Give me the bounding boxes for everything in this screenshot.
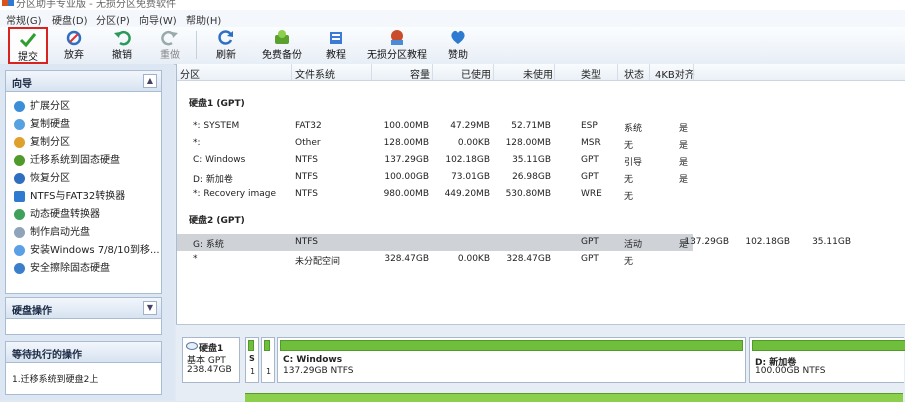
redo-icon <box>161 30 178 46</box>
discard-button[interactable]: 放弃 <box>56 27 92 64</box>
redo-button[interactable]: 重做 <box>152 27 188 64</box>
col-status[interactable]: 状态 <box>624 66 644 81</box>
col-filesystem[interactable]: 文件系统 <box>295 66 335 81</box>
extend-partition-icon <box>14 100 25 112</box>
app-icon <box>2 0 14 6</box>
wizard-item-install-windows[interactable]: 安装Windows 7/8/10到移... <box>14 241 160 259</box>
menu-disk[interactable]: 硬盘(D) <box>52 12 88 27</box>
wizard-item-secure-erase[interactable]: 安全擦除固态硬盘 <box>14 259 110 277</box>
table-row-selected[interactable]: G: 系统 NTFS 137.29GB 102.18GB 35.11GB GPT 活动… <box>177 234 851 251</box>
wizard-item-extend[interactable]: 扩展分区 <box>14 97 70 115</box>
col-4k-aligned[interactable]: 4KB对齐 <box>655 66 695 81</box>
table-row[interactable]: C: Windows NTFS 137.29GB 102.18GB 35.11GB G… <box>177 152 905 169</box>
undo-button[interactable]: 撤销 <box>104 27 140 64</box>
col-used[interactable]: 已使用 <box>461 66 491 81</box>
table-header: 分区 文件系统 容量 已使用 未使用 类型 状态 4KB对齐 <box>177 64 905 81</box>
undo-icon <box>114 30 131 46</box>
wizard-item-recover[interactable]: 恢复分区 <box>14 169 70 187</box>
table-row[interactable]: D: 新加卷 NTFS 100.00GB 73.01GB 26.98GB GPT 无是 <box>177 169 905 186</box>
recover-partition-icon <box>14 172 25 184</box>
heart-icon <box>451 30 465 44</box>
partition-usage-bar <box>248 340 254 351</box>
discard-icon <box>66 30 82 46</box>
windows-usb-icon <box>14 244 25 256</box>
migrate-os-icon <box>14 154 25 166</box>
partition-usage-bar <box>264 340 270 351</box>
left-pane: 向导 ▲ 扩展分区 复制硬盘 复制分区 迁移系统到固态硬盘 恢复分区 NTFS与… <box>0 64 174 400</box>
pending-ops-header[interactable]: 等待执行的操作 <box>6 342 161 363</box>
partition-block-c[interactable]: C: Windows 137.29GB NTFS <box>277 337 746 383</box>
convert-fs-icon <box>14 190 25 202</box>
col-unused[interactable]: 未使用 <box>523 66 553 81</box>
wizard-item-copy-partition[interactable]: 复制分区 <box>14 133 70 151</box>
copy-disk-icon <box>14 118 25 130</box>
hard-disk-icon <box>186 342 198 350</box>
toolbar: 提交 放弃 撤销 重做 刷新 免费备份 教程 无损分区教程 赞助 <box>0 27 905 65</box>
table-row[interactable]: *: Other 128.00MB 0.00KB 128.00MB MSR 无是 <box>177 135 905 152</box>
col-partition[interactable]: 分区 <box>180 66 200 81</box>
dynamic-disk-icon <box>14 208 25 220</box>
menu-wizard[interactable]: 向导(W) <box>139 12 177 27</box>
partition-info: 100.00GB NTFS <box>755 366 826 376</box>
wizard-panel-header[interactable]: 向导 ▲ <box>6 71 161 92</box>
disk-ops-title: 硬盘操作 <box>12 306 52 317</box>
disk-ops-panel: 硬盘操作 ▼ <box>5 297 162 335</box>
menu-partition[interactable]: 分区(P) <box>96 12 130 27</box>
table-row[interactable]: *: Recovery image NTFS 980.00MB 449.20MB 5… <box>177 186 905 203</box>
collapse-icon[interactable]: ▲ <box>143 74 157 88</box>
tutorial-icon <box>330 32 342 44</box>
secure-erase-icon <box>14 262 25 274</box>
refresh-button[interactable]: 刷新 <box>206 27 246 64</box>
expand-icon[interactable]: ▼ <box>143 301 157 315</box>
disk-card[interactable]: 硬盘1 基本 GPT 238.47GB <box>182 337 240 383</box>
partition-block-small[interactable]: S 1 <box>245 337 259 383</box>
menu-help[interactable]: 帮助(H) <box>186 12 221 27</box>
col-capacity[interactable]: 容量 <box>410 66 430 81</box>
partition-name: C: Windows <box>283 355 343 365</box>
wizard-item-copy-disk[interactable]: 复制硬盘 <box>14 115 70 133</box>
disk-group-header: 硬盘1 (GPT) <box>189 99 245 109</box>
wizard-item-dynamic-disk[interactable]: 动态硬盘转换器 <box>14 205 100 223</box>
refresh-icon <box>218 30 233 45</box>
free-backup-button[interactable]: 免费备份 <box>258 27 306 64</box>
menu-general[interactable]: 常规(G) <box>6 12 42 27</box>
disk-size: 238.47GB <box>187 365 232 375</box>
wizard-panel-title: 向导 <box>12 79 32 90</box>
partition-block-small[interactable]: 1 <box>261 337 275 383</box>
wizard-item-boot-cd[interactable]: 制作启动光盘 <box>14 223 90 241</box>
commit-button[interactable]: 提交 <box>8 27 48 64</box>
toolbar-separator <box>196 31 197 59</box>
sponsor-button[interactable]: 赞助 <box>440 27 476 64</box>
partition-info: 137.29GB NTFS <box>283 366 354 376</box>
col-type[interactable]: 类型 <box>581 66 601 81</box>
copy-partition-icon <box>14 136 25 148</box>
partition-usage-bar <box>280 340 743 351</box>
table-row[interactable]: *: SYSTEM FAT32 100.00MB 47.29MB 52.71MB ES… <box>177 118 905 135</box>
disk-ops-header[interactable]: 硬盘操作 ▼ <box>6 298 161 319</box>
wizard-item-migrate-os[interactable]: 迁移系统到固态硬盘 <box>14 151 120 169</box>
backup-icon <box>275 30 289 44</box>
tutorial-button[interactable]: 教程 <box>316 27 356 64</box>
partition-block-d[interactable]: D: 新加卷 100.00GB NTFS <box>749 337 905 383</box>
lossless-tutorial-icon <box>391 30 403 45</box>
window-title: 分区助手专业版 - 无损分区免费软件 <box>16 0 176 10</box>
table-row[interactable]: * 未分配空间 328.47GB 0.00KB 328.47GB GPT 无 <box>177 251 905 268</box>
wizard-panel: 向导 ▲ 扩展分区 复制硬盘 复制分区 迁移系统到固态硬盘 恢复分区 NTFS与… <box>5 70 162 294</box>
lossless-tutorial-button[interactable]: 无损分区教程 <box>366 27 428 64</box>
disk-group-header: 硬盘2 (GPT) <box>189 216 245 226</box>
pending-ops-panel: 等待执行的操作 1.迁移系统到硬盘2上 <box>5 341 162 395</box>
next-disk-bar <box>245 393 903 402</box>
disk-map: 硬盘1 基本 GPT 238.47GB S 1 1 C: Windows 137… <box>176 324 905 402</box>
wizard-item-ntfs-fat32[interactable]: NTFS与FAT32转换器 <box>14 187 125 205</box>
partition-usage-bar <box>752 340 905 351</box>
partition-table: 分区 文件系统 容量 已使用 未使用 类型 状态 4KB对齐 硬盘1 (GPT)… <box>176 64 905 324</box>
menu-bar: 常规(G) 硬盘(D) 分区(P) 向导(W) 帮助(H) <box>0 10 905 27</box>
check-icon <box>19 33 37 48</box>
pending-op-item[interactable]: 1.迁移系统到硬盘2上 <box>12 372 98 385</box>
boot-cd-icon <box>14 226 25 238</box>
pending-ops-title: 等待执行的操作 <box>12 350 82 361</box>
title-bar: 分区助手专业版 - 无损分区免费软件 <box>0 0 905 10</box>
